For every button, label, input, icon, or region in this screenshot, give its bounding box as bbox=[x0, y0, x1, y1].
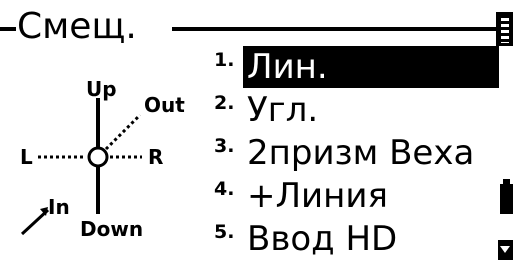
menu-item-number: 3. bbox=[214, 135, 235, 157]
menu-item-two-prism-pole[interactable]: 3. 2призм Веха bbox=[214, 132, 513, 174]
menu-item-number: 2. bbox=[214, 92, 235, 114]
up-line bbox=[96, 98, 100, 148]
menu-item-label: 2призм Веха bbox=[247, 133, 475, 173]
title-rule-right bbox=[172, 27, 498, 31]
label-out: Out bbox=[144, 93, 185, 117]
scroll-down-icon[interactable] bbox=[498, 240, 513, 260]
menu-item-input-hd[interactable]: 5. Ввод HD bbox=[214, 218, 513, 260]
menu-item-number: 1. bbox=[214, 49, 235, 71]
offset-menu-screen: Смещ. Up Out L R In Down 1. Лин. 2. Угл.… bbox=[0, 0, 513, 260]
direction-diagram: Up Out L R In Down bbox=[0, 60, 200, 260]
down-line bbox=[96, 166, 100, 214]
menu-item-label: +Линия bbox=[247, 176, 388, 216]
label-left: L bbox=[20, 145, 33, 169]
offset-method-menu: 1. Лин. 2. Угл. 3. 2призм Веха 4. +Линия… bbox=[214, 46, 513, 260]
scrollbar-icon bbox=[496, 12, 513, 46]
menu-item-label: Угл. bbox=[247, 90, 319, 130]
label-in: In bbox=[48, 195, 70, 219]
menu-item-angle[interactable]: 2. Угл. bbox=[214, 89, 513, 131]
menu-item-line[interactable]: 1. Лин. bbox=[214, 46, 513, 88]
menu-item-plus-line[interactable]: 4. +Линия bbox=[214, 175, 513, 217]
menu-item-label: Лин. bbox=[243, 46, 499, 88]
label-right: R bbox=[148, 145, 164, 169]
title-rule-left bbox=[0, 27, 16, 31]
menu-item-number: 5. bbox=[214, 221, 235, 243]
screen-title: Смещ. bbox=[17, 6, 137, 47]
out-dotted-line bbox=[104, 113, 142, 151]
menu-item-label: Ввод HD bbox=[247, 219, 398, 259]
center-circle bbox=[87, 146, 109, 168]
label-down: Down bbox=[80, 217, 144, 241]
battery-icon bbox=[500, 179, 513, 214]
label-up: Up bbox=[86, 77, 117, 101]
menu-item-number: 4. bbox=[214, 178, 235, 200]
